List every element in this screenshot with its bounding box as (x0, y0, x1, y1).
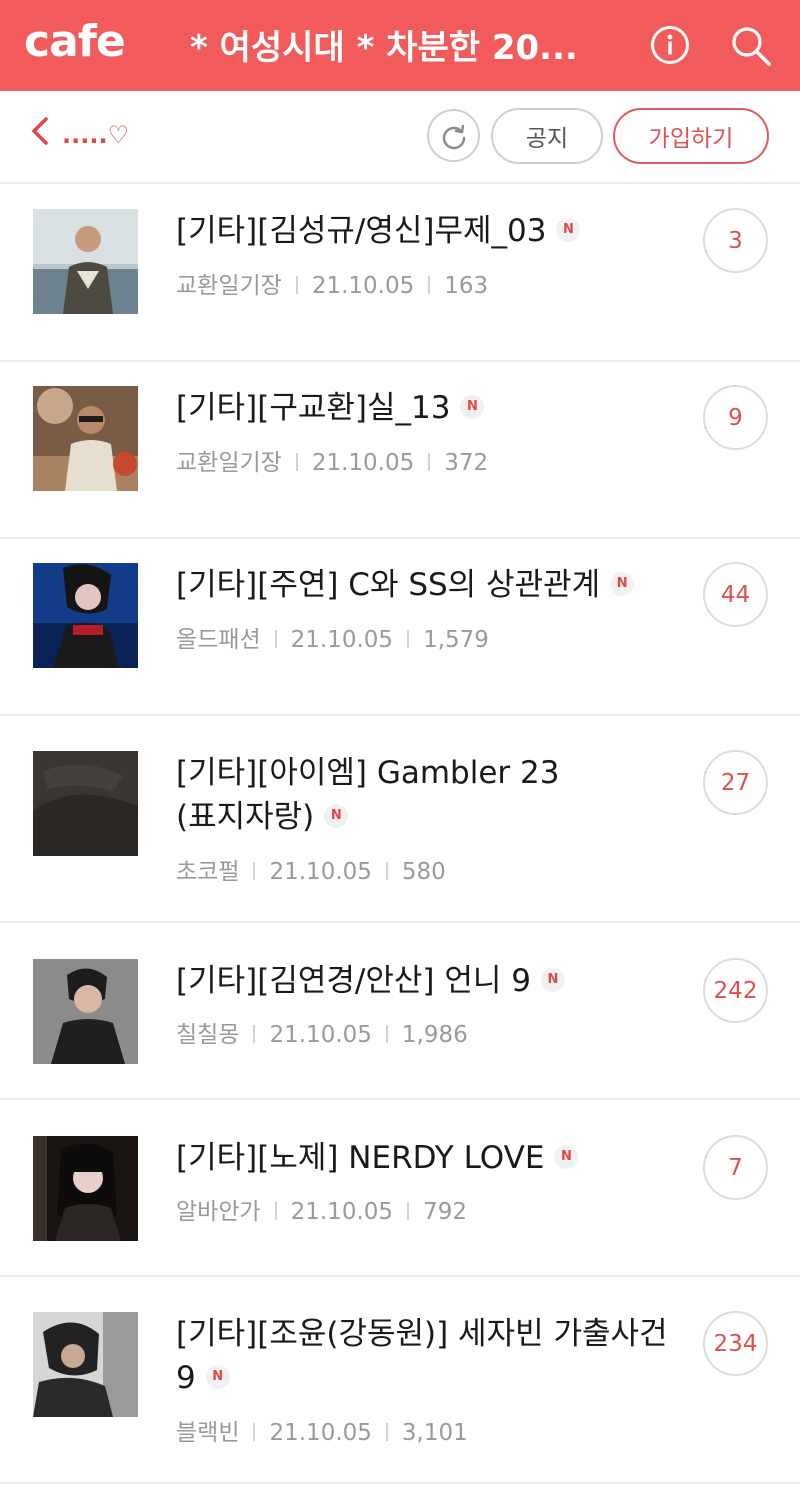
search-icon[interactable] (730, 25, 772, 67)
post-views: 580 (401, 859, 446, 885)
app-header: cafe * 여성시대 * 차분한 20... (0, 0, 800, 91)
meta-divider (274, 1201, 277, 1220)
post-title[interactable]: [기타][조윤(강동원)] 세자빈 가출사건 9N (176, 1312, 686, 1400)
post-meta: 교환일기장 21.10.05 372 (176, 448, 488, 478)
post-row[interactable]: [기타][주연] C와 SS의 상관관계 N 올드패션 21.10.05 1,579 … (0, 539, 800, 716)
post-date: 21.10.05 (269, 1420, 372, 1446)
meta-divider (253, 1422, 256, 1441)
new-badge: N (540, 967, 565, 992)
refresh-button[interactable] (427, 109, 480, 162)
post-author[interactable]: 초코펄 (176, 859, 239, 885)
board-toolbar: .....♡ 공지 가입하기 (0, 91, 800, 184)
board-breadcrumb[interactable]: .....♡ (62, 121, 129, 149)
meta-divider (295, 452, 298, 471)
post-date: 21.10.05 (311, 450, 415, 476)
meta-divider (385, 861, 388, 880)
post-thumbnail[interactable] (33, 563, 138, 668)
post-views: 792 (423, 1199, 467, 1225)
post-author[interactable]: 교환일기장 (176, 273, 282, 299)
post-thumbnail[interactable] (33, 751, 138, 856)
post-views: 3,101 (401, 1420, 468, 1446)
post-author[interactable]: 칠칠몽 (176, 1022, 239, 1048)
post-list: [기타][김성규/영신]무제_03 N 교환일기장 21.10.05 163 3 [기… (0, 185, 800, 1484)
comment-count-button[interactable]: 44 (703, 562, 768, 627)
post-row[interactable]: [기타][김연경/안산] 언니 9N 칠칠몽 21.10.05 1,986 242 (0, 923, 800, 1100)
post-views: 163 (444, 273, 489, 299)
meta-divider (274, 629, 277, 648)
new-badge: N (556, 217, 581, 242)
post-title[interactable]: [기타][김성규/영신]무제_03 N (176, 209, 686, 253)
post-date: 21.10.05 (269, 859, 372, 885)
post-title[interactable]: [기타][김연경/안산] 언니 9N (176, 959, 686, 1003)
cafe-title[interactable]: * 여성시대 * 차분한 20... (190, 20, 610, 69)
new-badge: N (205, 1364, 230, 1389)
new-badge: N (554, 1144, 579, 1169)
post-row[interactable]: [기타][구교환]실_13 N 교환일기장 21.10.05 372 9 (0, 362, 800, 539)
post-thumbnail[interactable] (33, 959, 138, 1064)
post-meta: 칠칠몽 21.10.05 1,986 (176, 1020, 468, 1050)
post-views: 1,579 (423, 627, 489, 653)
post-meta: 알바안가 21.10.05 792 (176, 1197, 467, 1227)
post-row[interactable]: [기타][조윤(강동원)] 세자빈 가출사건 9N 블랙빈 21.10.05 3,1… (0, 1277, 800, 1484)
post-thumbnail[interactable] (33, 1312, 138, 1417)
meta-divider (407, 1201, 410, 1220)
comment-count-button[interactable]: 242 (703, 958, 768, 1023)
post-row[interactable]: [기타][김성규/영신]무제_03 N 교환일기장 21.10.05 163 3 (0, 185, 800, 362)
post-title[interactable]: [기타][노제] NERDY LOVE N (176, 1136, 686, 1180)
comment-count-button[interactable]: 234 (703, 1311, 768, 1376)
comment-count-button[interactable]: 27 (703, 750, 768, 815)
cafe-logo[interactable]: cafe (24, 16, 126, 67)
post-author[interactable]: 올드패션 (176, 627, 261, 653)
post-date: 21.10.05 (311, 273, 415, 299)
meta-divider (407, 629, 410, 648)
refresh-icon (442, 124, 465, 149)
info-icon[interactable] (650, 25, 690, 65)
post-title[interactable]: [기타][아이엠] Gambler 23 (표지자랑) N (176, 751, 686, 839)
comment-count-button[interactable]: 7 (703, 1135, 768, 1200)
post-thumbnail[interactable] (33, 209, 138, 314)
post-title[interactable]: [기타][주연] C와 SS의 상관관계 N (176, 563, 686, 607)
post-meta: 블랙빈 21.10.05 3,101 (176, 1418, 468, 1448)
chevron-left-icon[interactable] (28, 115, 52, 147)
post-date: 21.10.05 (269, 1022, 372, 1048)
post-date: 21.10.05 (290, 1199, 394, 1225)
new-badge: N (460, 394, 485, 419)
comment-count-button[interactable]: 9 (703, 385, 768, 450)
post-row[interactable]: [기타][노제] NERDY LOVE N 알바안가 21.10.05 792 7 (0, 1100, 800, 1277)
notice-button[interactable]: 공지 (491, 108, 603, 164)
post-thumbnail[interactable] (33, 1136, 138, 1241)
post-thumbnail[interactable] (33, 386, 138, 491)
post-author[interactable]: 블랙빈 (176, 1420, 239, 1446)
meta-divider (385, 1422, 388, 1441)
join-button[interactable]: 가입하기 (613, 108, 769, 164)
post-row[interactable]: [기타][아이엠] Gambler 23 (표지자랑) N 초코펄 21.10.05… (0, 716, 800, 923)
new-badge: N (610, 571, 635, 596)
post-date: 21.10.05 (290, 627, 394, 653)
post-author[interactable]: 교환일기장 (176, 450, 282, 476)
post-title[interactable]: [기타][구교환]실_13 N (176, 386, 686, 430)
post-views: 1,986 (401, 1022, 468, 1048)
meta-divider (428, 452, 431, 471)
meta-divider (253, 861, 256, 880)
meta-divider (295, 275, 298, 294)
post-meta: 올드패션 21.10.05 1,579 (176, 625, 489, 655)
meta-divider (385, 1024, 388, 1043)
post-meta: 교환일기장 21.10.05 163 (176, 271, 488, 301)
meta-divider (428, 275, 431, 294)
comment-count-button[interactable]: 3 (703, 208, 768, 273)
post-author[interactable]: 알바안가 (176, 1199, 261, 1225)
post-views: 372 (444, 450, 489, 476)
new-badge: N (324, 803, 349, 828)
meta-divider (253, 1024, 256, 1043)
post-meta: 초코펄 21.10.05 580 (176, 857, 446, 887)
